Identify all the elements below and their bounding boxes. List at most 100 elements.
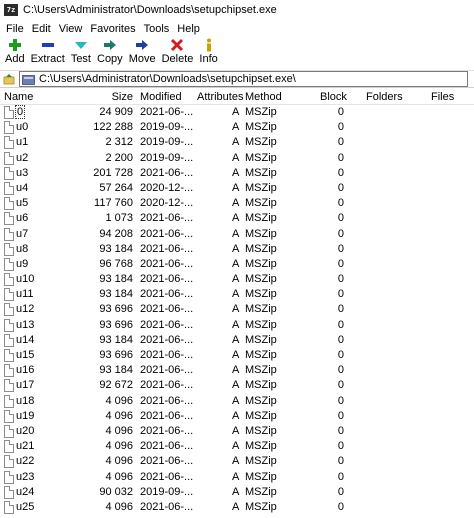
file-block: 0 bbox=[337, 151, 344, 164]
add-button[interactable]: Add bbox=[2, 38, 28, 65]
file-modified: 2019-09-... bbox=[140, 485, 194, 498]
move-button[interactable]: Move bbox=[126, 38, 159, 65]
column-attributes[interactable]: Attributes bbox=[197, 91, 243, 103]
file-size: 90 032 bbox=[99, 485, 133, 498]
delete-label: Delete bbox=[161, 53, 194, 65]
file-row[interactable]: u7 94 208 2021-06-... A MSZip 0 bbox=[0, 227, 474, 242]
file-icon bbox=[4, 273, 14, 287]
file-method: MSZip bbox=[245, 197, 277, 210]
file-row[interactable]: u1 2 312 2019-09-... A MSZip 0 bbox=[0, 135, 474, 150]
menu-view[interactable]: View bbox=[55, 23, 87, 35]
file-block: 0 bbox=[337, 409, 344, 422]
file-row[interactable]: u6 1 073 2021-06-... A MSZip 0 bbox=[0, 211, 474, 226]
file-block: 0 bbox=[337, 303, 344, 316]
file-size: 96 768 bbox=[99, 257, 133, 270]
file-size: 2 312 bbox=[105, 136, 133, 149]
file-row[interactable]: u21 4 096 2021-06-... A MSZip 0 bbox=[0, 439, 474, 454]
file-modified: 2021-06-... bbox=[140, 166, 194, 179]
menu-tools[interactable]: Tools bbox=[140, 23, 174, 35]
copy-button[interactable]: Copy bbox=[94, 38, 126, 65]
file-row[interactable]: u23 4 096 2021-06-... A MSZip 0 bbox=[0, 470, 474, 485]
column-name[interactable]: Name bbox=[4, 91, 33, 103]
file-row[interactable]: u8 93 184 2021-06-... A MSZip 0 bbox=[0, 242, 474, 257]
arrow-right-icon bbox=[102, 38, 118, 52]
file-row[interactable]: u2 2 200 2019-09-... A MSZip 0 bbox=[0, 151, 474, 166]
file-block: 0 bbox=[337, 349, 344, 361]
file-row[interactable]: u5 117 760 2020-12-... A MSZip 0 bbox=[0, 196, 474, 211]
file-row[interactable]: u12 93 696 2021-06-... A MSZip 0 bbox=[0, 302, 474, 317]
extract-button[interactable]: Extract bbox=[28, 38, 68, 65]
file-block: 0 bbox=[337, 394, 344, 407]
column-folders[interactable]: Folders bbox=[366, 91, 403, 103]
file-row[interactable]: u17 92 672 2021-06-... A MSZip 0 bbox=[0, 378, 474, 393]
file-name: 0 bbox=[14, 105, 26, 119]
delete-button[interactable]: Delete bbox=[159, 38, 197, 65]
test-button[interactable]: Test bbox=[68, 38, 94, 65]
file-row[interactable]: u9 96 768 2021-06-... A MSZip 0 bbox=[0, 257, 474, 272]
file-attributes: A bbox=[232, 455, 240, 468]
file-method: MSZip bbox=[245, 349, 277, 361]
file-method: MSZip bbox=[245, 121, 277, 134]
file-name: u2 bbox=[16, 151, 29, 164]
file-name: u14 bbox=[16, 333, 35, 346]
column-method[interactable]: Method bbox=[245, 91, 282, 103]
file-size: 4 096 bbox=[105, 455, 133, 468]
file-name: u10 bbox=[16, 273, 35, 286]
file-method: MSZip bbox=[245, 273, 277, 286]
file-row[interactable]: u15 93 696 2021-06-... A MSZip 0 bbox=[0, 348, 474, 363]
file-name: u3 bbox=[16, 166, 29, 179]
file-row[interactable]: u16 93 184 2021-06-... A MSZip 0 bbox=[0, 363, 474, 378]
file-block: 0 bbox=[337, 440, 344, 453]
file-method: MSZip bbox=[245, 181, 277, 194]
file-row[interactable]: u0 122 288 2019-09-... A MSZip 0 bbox=[0, 120, 474, 135]
file-attributes: A bbox=[232, 242, 240, 255]
file-modified: 2021-06-... bbox=[140, 303, 194, 316]
file-method: MSZip bbox=[245, 424, 277, 437]
address-input[interactable]: C:\Users\Administrator\Downloads\setupch… bbox=[19, 71, 468, 87]
file-icon bbox=[4, 257, 14, 271]
copy-label: Copy bbox=[97, 53, 123, 65]
file-attributes: A bbox=[232, 424, 240, 437]
file-row[interactable]: 0 24 909 2021-06-... A MSZip 0 bbox=[0, 105, 474, 120]
file-size: 4 096 bbox=[105, 470, 133, 483]
file-row[interactable]: u10 93 184 2021-06-... A MSZip 0 bbox=[0, 272, 474, 287]
file-attributes: A bbox=[232, 485, 240, 498]
column-size[interactable]: Size bbox=[112, 91, 133, 103]
file-icon bbox=[4, 288, 14, 302]
menu-edit[interactable]: Edit bbox=[28, 23, 55, 35]
file-modified: 2021-06-... bbox=[140, 106, 194, 118]
column-modified[interactable]: Modified bbox=[140, 91, 182, 103]
file-size: 57 264 bbox=[99, 181, 133, 194]
file-row[interactable]: u11 93 184 2021-06-... A MSZip 0 bbox=[0, 287, 474, 302]
column-block[interactable]: Block bbox=[320, 91, 347, 103]
file-attributes: A bbox=[232, 333, 240, 346]
file-row[interactable]: u14 93 184 2021-06-... A MSZip 0 bbox=[0, 333, 474, 348]
address-bar: C:\Users\Administrator\Downloads\setupch… bbox=[0, 70, 474, 88]
file-name: u7 bbox=[16, 227, 29, 240]
file-attributes: A bbox=[232, 151, 240, 164]
file-name: u16 bbox=[16, 364, 35, 377]
file-block: 0 bbox=[337, 470, 344, 483]
file-row[interactable]: u4 57 264 2020-12-... A MSZip 0 bbox=[0, 181, 474, 196]
file-method: MSZip bbox=[245, 364, 277, 377]
file-name: u11 bbox=[16, 288, 34, 301]
menu-file[interactable]: File bbox=[2, 23, 28, 35]
file-row[interactable]: u18 4 096 2021-06-... A MSZip 0 bbox=[0, 394, 474, 409]
up-folder-icon[interactable] bbox=[2, 72, 16, 86]
file-attributes: A bbox=[232, 273, 240, 286]
file-row[interactable]: u20 4 096 2021-06-... A MSZip 0 bbox=[0, 424, 474, 439]
file-row[interactable]: u13 93 696 2021-06-... A MSZip 0 bbox=[0, 318, 474, 333]
file-modified: 2021-06-... bbox=[140, 212, 194, 225]
file-row[interactable]: u3 201 728 2021-06-... A MSZip 0 bbox=[0, 166, 474, 181]
column-files[interactable]: Files bbox=[431, 91, 454, 103]
file-name: u8 bbox=[16, 242, 29, 255]
file-attributes: A bbox=[232, 121, 240, 134]
file-row[interactable]: u22 4 096 2021-06-... A MSZip 0 bbox=[0, 454, 474, 469]
delete-x-icon bbox=[169, 38, 185, 52]
file-row[interactable]: u24 90 032 2019-09-... A MSZip 0 bbox=[0, 485, 474, 500]
menu-favorites[interactable]: Favorites bbox=[86, 23, 139, 35]
menu-help[interactable]: Help bbox=[173, 23, 204, 35]
info-button[interactable]: Info bbox=[196, 38, 220, 65]
file-row[interactable]: u19 4 096 2021-06-... A MSZip 0 bbox=[0, 409, 474, 424]
file-row[interactable]: u25 4 096 2021-06-... A MSZip 0 bbox=[0, 500, 474, 515]
